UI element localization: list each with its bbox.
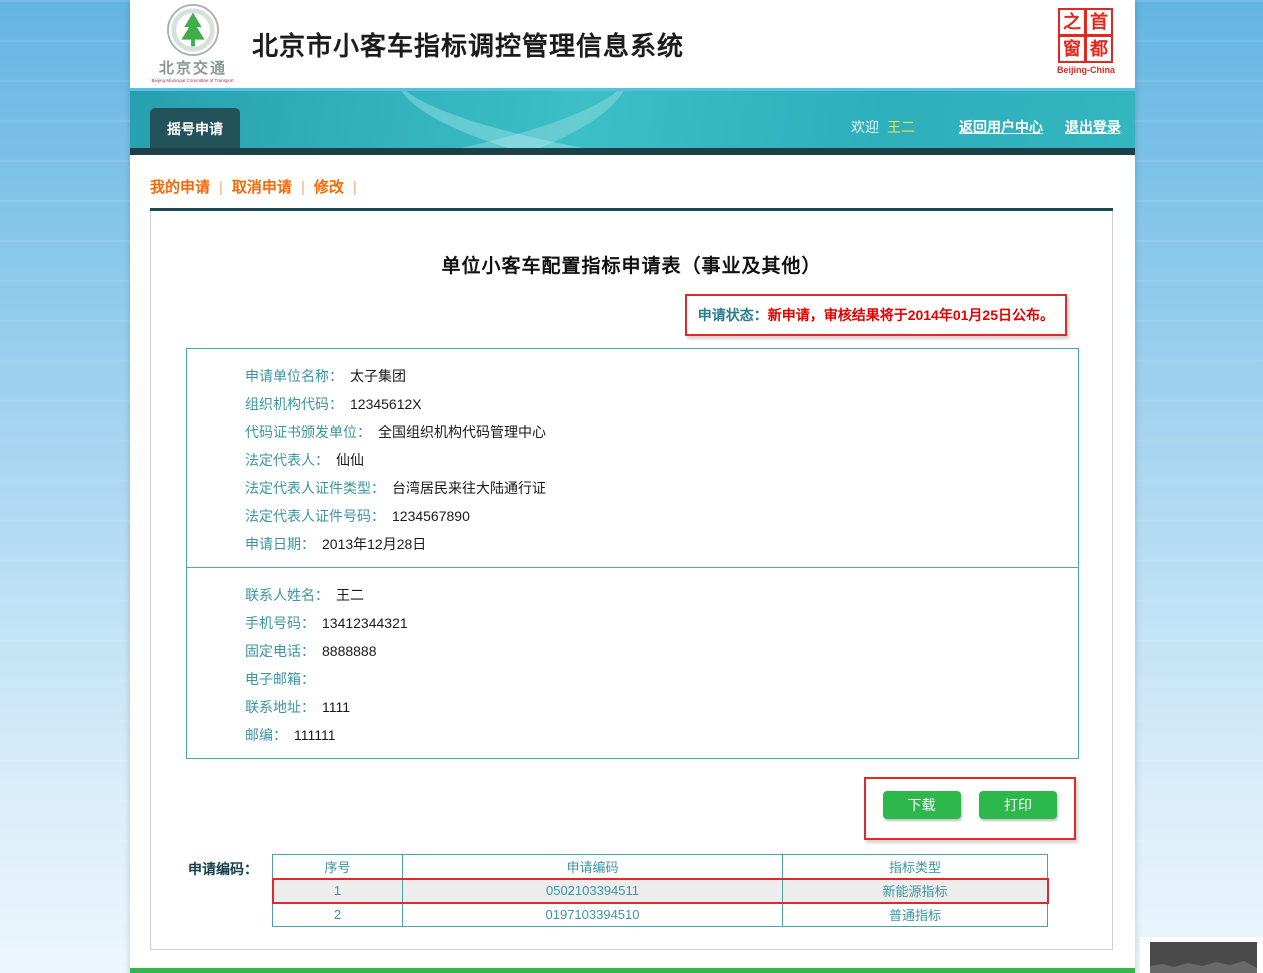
codes-label: 申请编码： (188, 854, 258, 927)
actions-highlight-box: 下载 打印 (864, 777, 1076, 840)
menu-item-modify[interactable]: 修改 (314, 179, 344, 196)
status-label: 申请状态： (698, 307, 768, 323)
field-label: 电子邮箱： (245, 671, 315, 687)
field-label: 邮编： (245, 727, 287, 743)
field-value: 仙仙 (336, 452, 364, 468)
col-header-type: 指标类型 (783, 855, 1048, 879)
seal-char: 之 (1058, 8, 1086, 36)
form-field: 法定代表人： 仙仙 (245, 446, 1058, 474)
field-value: 2013年12月28日 (322, 536, 426, 552)
form-field: 组织机构代码： 12345612X (245, 390, 1058, 418)
codes-table: 序号 申请编码 指标类型 1 0502103394511 新能源指标 2 019… (272, 854, 1048, 927)
cell-type: 普通指标 (783, 903, 1048, 927)
page-background: 北京交通 Beijing Municipal Committee of Tran… (0, 0, 1263, 973)
logo-caption: Beijing Municipal Committee of Transport (152, 78, 234, 83)
application-status-box: 申请状态：新申请，审核结果将于2014年01月25日公布。 (685, 294, 1067, 336)
col-header-seq: 序号 (273, 855, 403, 879)
beijing-transport-logo: 北京交通 Beijing Municipal Committee of Tran… (148, 4, 238, 84)
cell-code: 0502103394511 (403, 879, 783, 903)
form-field: 申请日期： 2013年12月28日 (245, 530, 1058, 558)
field-label: 申请单位名称： (245, 368, 343, 384)
codes-header-row: 序号 申请编码 指标类型 (273, 855, 1048, 879)
print-button[interactable]: 打印 (979, 791, 1057, 819)
form-field: 联系地址： 1111 (245, 693, 1058, 721)
seal-grid: 之 首 窗 都 (1059, 9, 1113, 63)
field-value: 12345612X (350, 396, 422, 412)
capital-window-seal: 之 首 窗 都 Beijing-China (1057, 9, 1115, 75)
banner-bottom-strip (130, 148, 1135, 155)
logo-text: 北京交通 (159, 57, 227, 78)
seal-caption: Beijing-China (1057, 65, 1115, 75)
welcome-label: 欢迎 (851, 119, 879, 135)
content-area: 我的申请|取消申请|修改| 单位小客车配置指标申请表（事业及其他） 申请状态：新… (130, 155, 1135, 968)
field-value: 8888888 (322, 643, 377, 659)
main-column: 北京交通 Beijing Municipal Committee of Tran… (130, 0, 1135, 973)
back-to-user-center-link[interactable]: 返回用户中心 (959, 119, 1043, 135)
table-row: 2 0197103394510 普通指标 (273, 903, 1048, 927)
thumbnail-image (1150, 942, 1257, 973)
organization-info-box: 申请单位名称： 太子集团 组织机构代码： 12345612X 代码证书颁发单位： 全国… (186, 348, 1079, 568)
user-links: 欢迎王二 返回用户中心 退出登录 (851, 117, 1121, 137)
seal-char: 首 (1085, 8, 1113, 36)
field-value: 太子集团 (350, 368, 406, 384)
form-field: 联系人姓名： 王二 (245, 581, 1058, 609)
field-value: 1111 (322, 699, 350, 715)
field-value: 王二 (336, 587, 364, 603)
field-label: 组织机构代码： (245, 396, 343, 412)
sub-menu: 我的申请 | 取消申请 | 修改 | (130, 155, 1135, 208)
field-label: 法定代表人： (245, 452, 329, 468)
field-label: 联系地址： (245, 699, 315, 715)
menu-separator: | (219, 179, 223, 196)
beijing-transport-logo-icon (167, 4, 219, 56)
menu-separator: | (301, 179, 305, 196)
form-field: 代码证书颁发单位： 全国组织机构代码管理中心 (245, 418, 1058, 446)
seal-char: 窗 (1058, 35, 1086, 63)
download-button[interactable]: 下载 (883, 791, 961, 819)
cell-type: 新能源指标 (783, 879, 1048, 903)
form-field: 法定代表人证件类型： 台湾居民来往大陆通行证 (245, 474, 1058, 502)
menu-item-my-applications[interactable]: 我的申请 (150, 179, 210, 196)
application-codes-section: 申请编码： 序号 申请编码 指标类型 1 0502103394511 新能源指标 (188, 854, 1112, 927)
seal-char: 都 (1085, 35, 1113, 63)
corner-thumbnail-overlay (1140, 937, 1263, 973)
field-label: 联系人姓名： (245, 587, 329, 603)
form-title: 单位小客车配置指标申请表（事业及其他） (151, 211, 1112, 278)
form-field: 申请单位名称： 太子集团 (245, 362, 1058, 390)
field-label: 手机号码： (245, 615, 315, 631)
form-field: 法定代表人证件号码： 1234567890 (245, 502, 1058, 530)
application-panel: 单位小客车配置指标申请表（事业及其他） 申请状态：新申请，审核结果将于2014年… (150, 211, 1113, 950)
table-row-highlighted: 1 0502103394511 新能源指标 (273, 879, 1048, 903)
field-label: 申请日期： (245, 536, 315, 552)
page-title: 北京市小客车指标调控管理信息系统 (252, 26, 684, 63)
field-value: 13412344321 (322, 615, 408, 631)
field-value: 1234567890 (392, 508, 470, 524)
field-label: 法定代表人证件号码： (245, 508, 385, 524)
form-field: 邮编： 111111 (245, 721, 1058, 749)
status-value: 新申请，审核结果将于2014年01月25日公布。 (768, 307, 1054, 323)
contact-info-box: 联系人姓名： 王二 手机号码： 13412344321 固定电话： 8888888 电… (186, 568, 1079, 759)
cell-seq: 1 (273, 879, 403, 903)
field-value: 台湾居民来往大陆通行证 (392, 480, 546, 496)
site-header: 北京交通 Beijing Municipal Committee of Tran… (130, 0, 1135, 88)
cell-seq: 2 (273, 903, 403, 927)
field-label: 法定代表人证件类型： (245, 480, 385, 496)
col-header-code: 申请编码 (403, 855, 783, 879)
tab-lottery-application[interactable]: 摇号申请 (150, 108, 240, 148)
form-field: 电子邮箱： (245, 665, 1058, 693)
menu-item-cancel-application[interactable]: 取消申请 (232, 179, 292, 196)
field-label: 代码证书颁发单位： (245, 424, 371, 440)
form-field: 固定电话： 8888888 (245, 637, 1058, 665)
cell-code: 0197103394510 (403, 903, 783, 927)
field-label: 固定电话： (245, 643, 315, 659)
form-field: 手机号码： 13412344321 (245, 609, 1058, 637)
field-value: 111111 (294, 727, 336, 743)
field-value: 全国组织机构代码管理中心 (378, 424, 546, 440)
username: 王二 (887, 119, 915, 135)
nav-banner: 摇号申请 欢迎王二 返回用户中心 退出登录 (130, 91, 1135, 148)
menu-separator: | (353, 179, 357, 196)
logout-link[interactable]: 退出登录 (1065, 119, 1121, 135)
